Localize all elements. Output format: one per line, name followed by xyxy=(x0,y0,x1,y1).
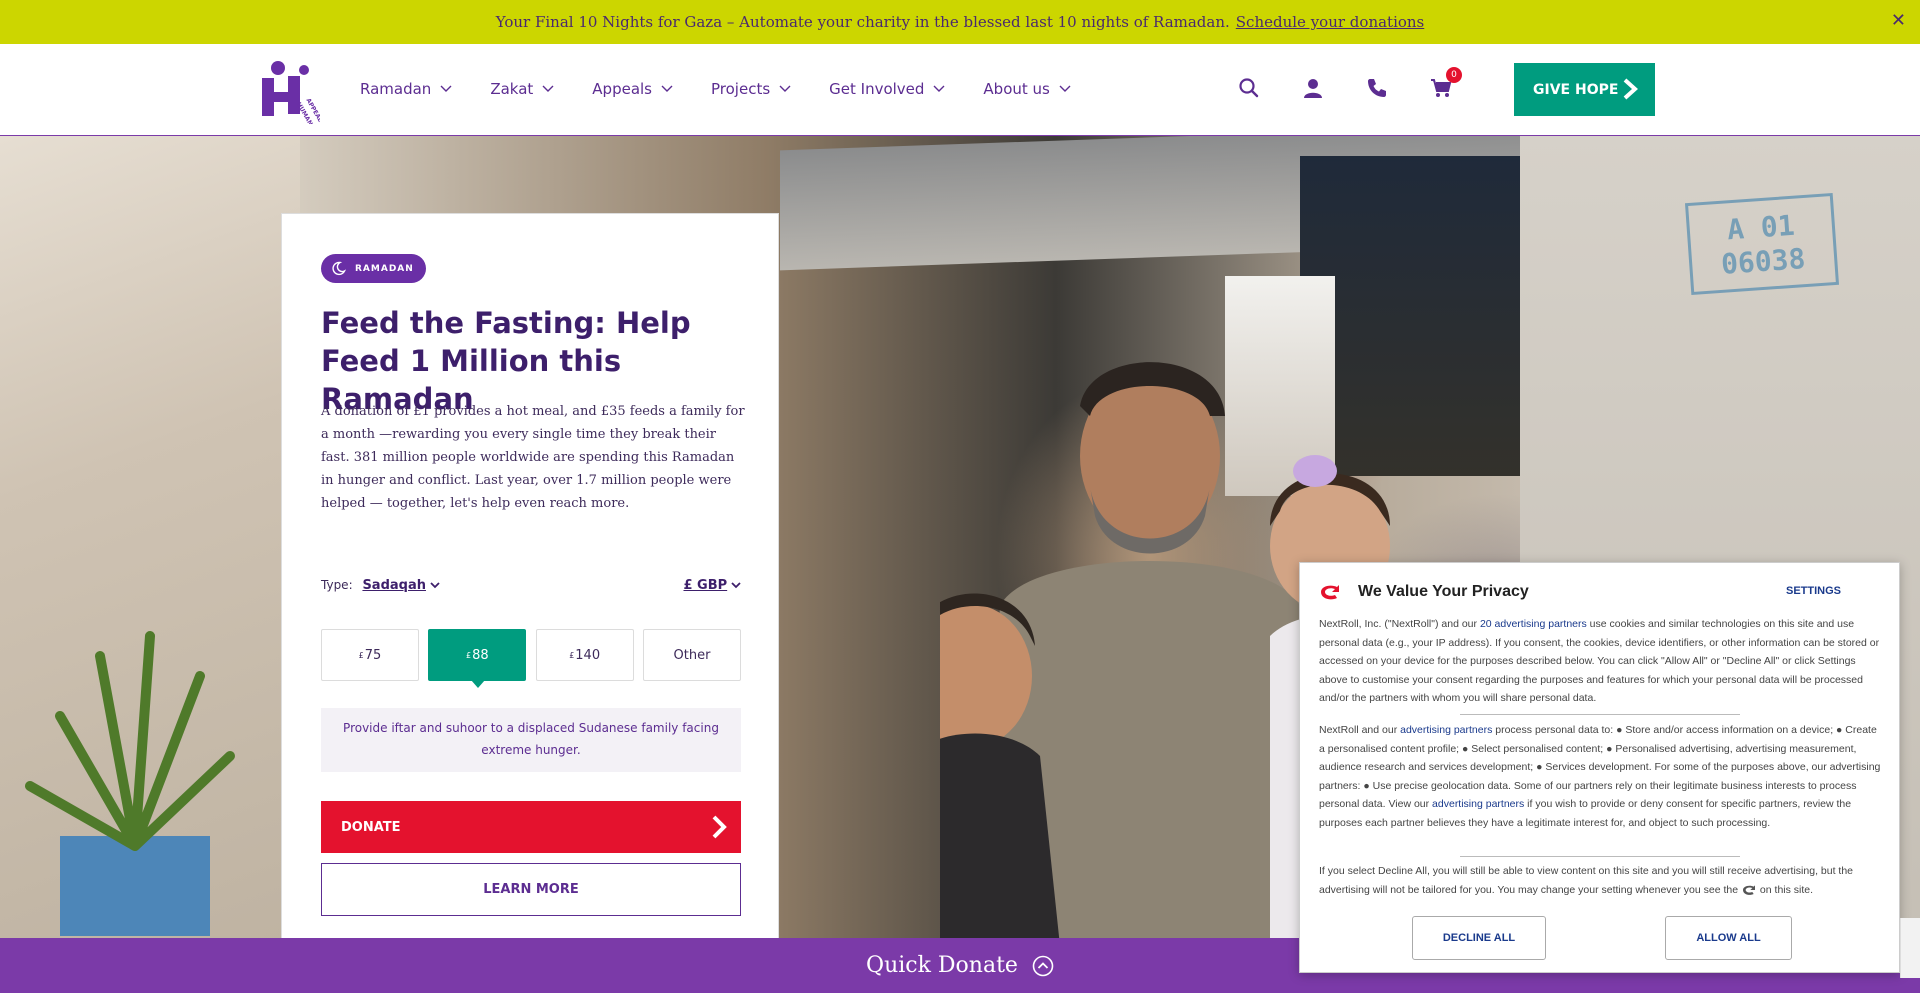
announcement-bar: Your Final 10 Nights for Gaza – Automate… xyxy=(0,0,1920,44)
site-header: HUMAN APPEAL Ramadan Zakat Appeals Proje… xyxy=(0,44,1920,136)
chevron-down-icon xyxy=(1059,85,1071,92)
donate-button[interactable]: DONATE xyxy=(321,801,741,853)
account-icon[interactable] xyxy=(1302,77,1324,99)
privacy-paragraph-1: NextRoll, Inc. ("NextRoll") and our 20 a… xyxy=(1319,615,1885,708)
type-selector: Type: Sadaqah xyxy=(321,578,440,593)
phone-icon[interactable] xyxy=(1366,77,1388,99)
cart-count-badge: 0 xyxy=(1446,67,1462,83)
nav-item-projects[interactable]: Projects xyxy=(711,80,791,98)
donate-label: DONATE xyxy=(341,819,401,835)
amount-options: £75 £88 £140 Other xyxy=(321,629,741,688)
give-hope-label: GIVE HOPE xyxy=(1533,81,1619,98)
currency-selector: £ GBP xyxy=(683,578,741,593)
chevron-up-circle-icon xyxy=(1032,955,1054,976)
nav-item-label: Ramadan xyxy=(360,80,432,98)
nav-item-zakat[interactable]: Zakat xyxy=(490,80,554,98)
tent-stamp: A 01 06038 xyxy=(1684,192,1840,296)
chevron-down-icon xyxy=(430,582,440,589)
advertising-partners-link[interactable]: advertising partners xyxy=(1432,798,1524,810)
header-icons: 0 xyxy=(1238,67,1494,99)
nav-item-label: Get Involved xyxy=(829,80,925,98)
nav-item-label: Projects xyxy=(711,80,771,98)
amount-option[interactable]: £140 xyxy=(535,629,634,681)
privacy-settings-link[interactable]: SETTINGS xyxy=(1786,585,1841,597)
announcement-text: Your Final 10 Nights for Gaza – Automate… xyxy=(495,13,1230,31)
amount-value: 75 xyxy=(364,647,382,663)
nav-item-ramadan[interactable]: Ramadan xyxy=(360,80,452,98)
type-dropdown[interactable]: Sadaqah xyxy=(362,578,426,593)
chevron-right-icon xyxy=(712,815,727,839)
amount-option[interactable]: £75 xyxy=(321,629,419,681)
privacy-text: on this site. xyxy=(1757,883,1814,896)
type-label: Type: xyxy=(321,578,353,592)
learn-more-button[interactable]: LEARN MORE xyxy=(321,863,741,916)
main-nav: Ramadan Zakat Appeals Projects Get Invol… xyxy=(360,80,1109,98)
nav-item-get-involved[interactable]: Get Involved xyxy=(829,80,945,98)
amount-option-other[interactable]: Other xyxy=(642,629,741,681)
allow-all-button[interactable]: ALLOW ALL xyxy=(1665,916,1792,960)
currency-symbol: £ xyxy=(569,650,575,660)
nextroll-logo-icon xyxy=(1321,585,1339,600)
nav-item-label: About us xyxy=(983,80,1050,98)
ramadan-tag: RAMADAN xyxy=(321,254,426,283)
search-icon[interactable] xyxy=(1238,77,1260,99)
donation-type-row: Type: Sadaqah £ GBP xyxy=(321,578,741,593)
currency-symbol: £ xyxy=(358,650,364,660)
privacy-text: NextRoll and our xyxy=(1319,724,1401,736)
impact-message: Provide iftar and suhoor to a displaced … xyxy=(321,708,741,772)
donation-card: RAMADAN Feed the Fasting: Help Feed 1 Mi… xyxy=(281,213,779,938)
privacy-text: use cookies and similar technologies on … xyxy=(1319,618,1880,705)
advertising-partners-link[interactable]: 20 advertising partners xyxy=(1480,618,1587,630)
other-label: Other xyxy=(673,647,711,663)
close-announcement-icon[interactable]: ✕ xyxy=(1891,10,1906,31)
chevron-down-icon xyxy=(779,85,791,92)
chevron-down-icon xyxy=(542,85,554,92)
schedule-donations-link[interactable]: Schedule your donations xyxy=(1236,13,1424,31)
privacy-consent-dialog: We Value Your Privacy SETTINGS NextRoll,… xyxy=(1299,562,1900,973)
currency-symbol: £ xyxy=(466,650,472,660)
tag-label: RAMADAN xyxy=(355,263,414,274)
chevron-down-icon xyxy=(933,85,945,92)
give-hope-button[interactable]: GIVE HOPE xyxy=(1514,63,1655,116)
privacy-paragraph-2: NextRoll and our advertising partners pr… xyxy=(1319,721,1885,833)
divider xyxy=(1460,856,1740,857)
advertising-partners-link[interactable]: advertising partners xyxy=(1400,724,1492,736)
quick-donate-label: Quick Donate xyxy=(866,953,1018,978)
campaign-description: A donation of £1 provides a hot meal, an… xyxy=(321,404,745,511)
crescent-moon-icon xyxy=(332,261,346,276)
chevron-down-icon xyxy=(661,85,673,92)
divider xyxy=(1460,714,1740,715)
currency-dropdown[interactable]: £ GBP xyxy=(683,578,727,593)
privacy-paragraph-3: If you select Decline All, you will stil… xyxy=(1319,862,1885,899)
chevron-right-icon xyxy=(1623,78,1638,100)
recaptcha-badge[interactable] xyxy=(1900,918,1920,978)
amount-value: 140 xyxy=(575,647,601,663)
amount-value: 88 xyxy=(472,647,489,663)
decline-all-button[interactable]: DECLINE ALL xyxy=(1412,916,1546,960)
hero-plant xyxy=(25,631,235,936)
nav-item-label: Zakat xyxy=(490,80,534,98)
nav-item-about-us[interactable]: About us xyxy=(983,80,1071,98)
cart-button[interactable]: 0 xyxy=(1430,67,1462,99)
nextroll-small-icon xyxy=(1743,885,1756,895)
nav-item-appeals[interactable]: Appeals xyxy=(592,80,673,98)
amount-option-selected[interactable]: £88 xyxy=(428,629,527,688)
chevron-down-icon xyxy=(440,85,452,92)
privacy-text: NextRoll, Inc. ("NextRoll") and our xyxy=(1319,618,1480,630)
nav-item-label: Appeals xyxy=(592,80,652,98)
privacy-title: We Value Your Privacy xyxy=(1358,583,1529,600)
human-appeal-logo[interactable]: HUMAN APPEAL xyxy=(258,58,320,124)
chevron-down-icon xyxy=(731,582,741,589)
